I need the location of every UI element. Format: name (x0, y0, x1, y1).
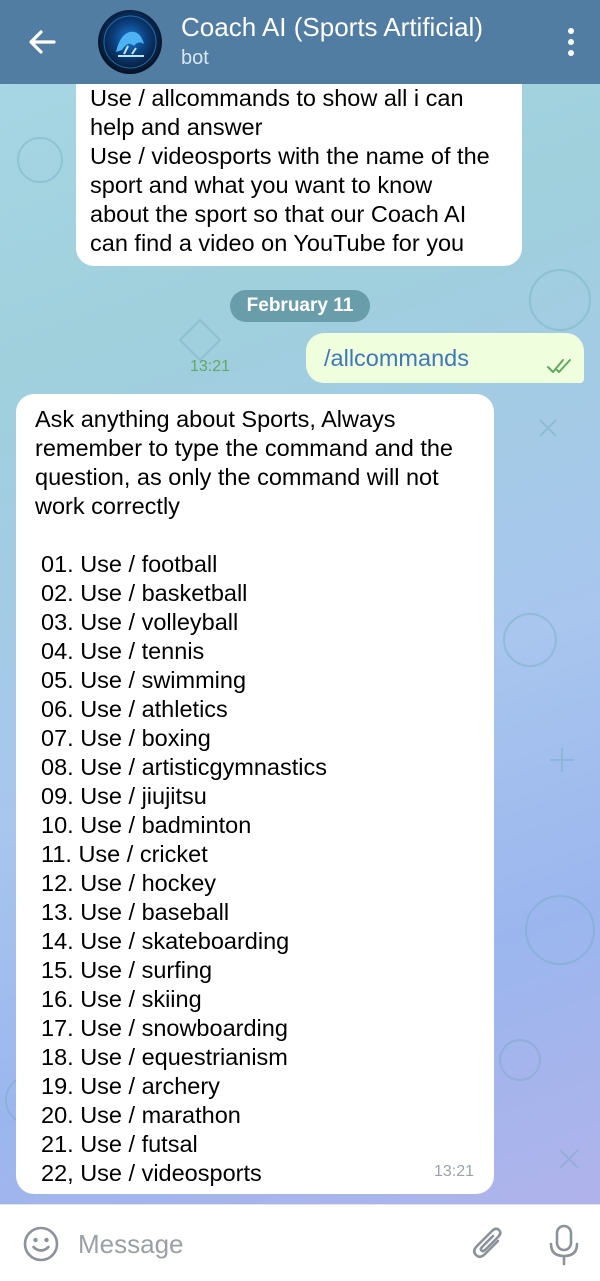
command-item: 19. Use / archery (41, 1073, 220, 1099)
message-input[interactable] (76, 1223, 460, 1265)
command-item: 16. Use / skiing (41, 986, 202, 1012)
command-item: 06. Use / athletics (41, 696, 228, 722)
double-check-icon (547, 359, 571, 373)
command-item: 01. Use / football (41, 551, 218, 577)
smile-icon[interactable] (22, 1225, 60, 1263)
user-message-text[interactable]: /allcommands (324, 345, 469, 372)
date-separator: February 11 (230, 290, 370, 322)
avatar-logo-icon (103, 15, 157, 69)
command-item: 18. Use / equestrianism (41, 1044, 288, 1070)
command-list: 01. Use / football 02. Use / basketball … (35, 550, 476, 1188)
command-item: 09. Use / jiujitsu (41, 783, 207, 809)
command-item: 15. Use / surfing (41, 957, 213, 983)
message-composer (0, 1204, 600, 1281)
reply-intro: Ask anything about Sports, Always rememb… (35, 406, 453, 519)
command-item: 13. Use / baseball (41, 899, 230, 925)
microphone-icon[interactable] (546, 1223, 582, 1267)
arrow-left-icon[interactable] (22, 22, 62, 62)
command-item: 20. Use / marathon (41, 1102, 241, 1128)
paperclip-icon[interactable] (470, 1225, 508, 1265)
command-item: 07. Use / boxing (41, 725, 211, 751)
message-time: 13:21 (190, 358, 231, 375)
more-vertical-icon[interactable] (564, 26, 578, 58)
command-item: 10. Use / badminton (41, 812, 252, 838)
chat-header: Coach AI (Sports Artificial) bot (0, 0, 600, 84)
message-line: can find a video on YouTube for you (90, 230, 465, 256)
message-line: Use / videosports with the name of the (90, 143, 490, 169)
message-line: Use / allcommands to show all i can (90, 85, 464, 111)
command-item: 11. Use / cricket (41, 841, 208, 867)
command-item: 21. Use / futsal (41, 1131, 198, 1157)
message-line: about the sport so that our Coach AI (90, 201, 467, 227)
chat-subtitle: bot (181, 47, 209, 69)
command-item: 14. Use / skateboarding (41, 928, 290, 954)
bot-avatar[interactable] (98, 10, 162, 74)
chat-title[interactable]: Coach AI (Sports Artificial) (181, 12, 483, 43)
command-item: 08. Use / artisticgymnastics (41, 754, 328, 780)
command-item: 04. Use / tennis (41, 638, 205, 664)
command-item: 17. Use / snowboarding (41, 1015, 288, 1041)
command-item: 02. Use / basketball (41, 580, 248, 606)
command-item: 22, Use / videosports (41, 1160, 262, 1186)
message-line: sport and what you want to know (90, 172, 433, 198)
bot-reply-bubble[interactable]: Ask anything about Sports, Always rememb… (16, 394, 494, 1194)
command-item: 03. Use / volleyball (41, 609, 239, 635)
command-item: 12. Use / hockey (41, 870, 217, 896)
message-time: 13:21 (433, 1163, 474, 1180)
message-line: help and answer (90, 114, 263, 140)
bot-message-bubble[interactable]: Use / allcommands to show all i can help… (76, 60, 522, 266)
user-message-bubble[interactable]: /allcommands (306, 333, 584, 383)
command-item: 05. Use / swimming (41, 667, 247, 693)
